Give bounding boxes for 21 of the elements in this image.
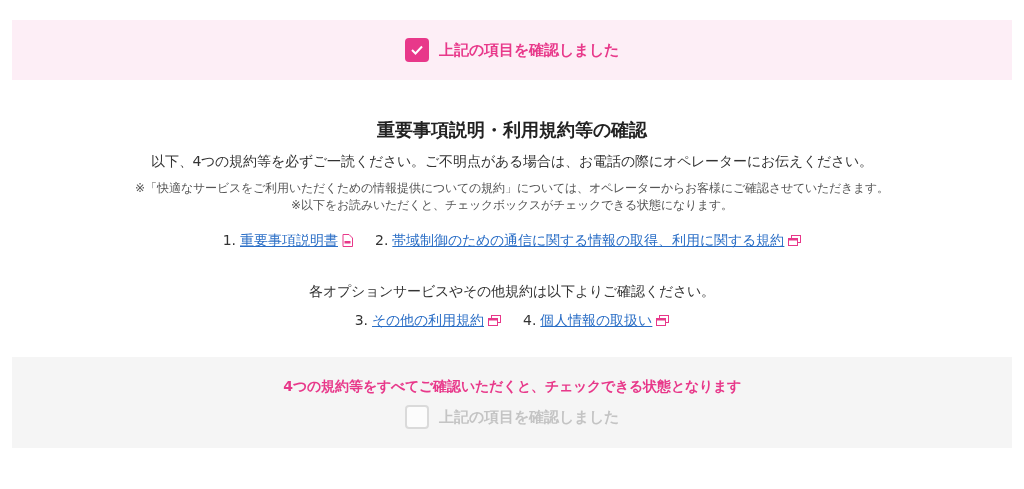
- section-title: 重要事項説明・利用規約等の確認: [377, 118, 647, 142]
- list-number: 4.: [523, 311, 537, 330]
- instruction-text: 以下、4つの規約等を必ずご一読ください。ご不明点がある場合は、お電話の際にオペレーターにお伝えください。: [150, 152, 874, 171]
- document-link[interactable]: 帯域制御のための通信に関する情報の取得、利用に関する規約: [392, 230, 785, 251]
- new-window-icon: [488, 315, 501, 326]
- new-window-icon: [656, 315, 670, 326]
- list-number: 2.: [375, 231, 389, 250]
- checkbox-label: 上記の項目を確認しました: [439, 39, 619, 61]
- instruction-text: 各オプションサービスやその他規約は以下よりご確認ください。: [309, 282, 715, 301]
- document-link[interactable]: 個人情報の取扱い: [540, 310, 653, 331]
- list-number: 3.: [354, 311, 368, 330]
- document-link[interactable]: その他の利用規約: [372, 310, 484, 331]
- checkbox[interactable]: [405, 38, 429, 62]
- notice-text: 4つの規約等をすべてご確認いただくと、チェックできる状態となります: [283, 377, 741, 396]
- pdf-file-icon: [342, 234, 353, 247]
- note-text: ※「快適なサービスをご利用いただくための情報提供についての規約」については、オペレーターからお客様にご確認させていただきます。: [134, 180, 890, 197]
- list-number: 1.: [222, 231, 236, 250]
- check-icon: [410, 44, 424, 56]
- note-text: ※以下をお読みいただくと、チェックボックスがチェックできる状態になります。: [290, 197, 734, 214]
- document-link[interactable]: 重要事項説明書: [240, 230, 338, 251]
- new-window-icon: [788, 235, 802, 246]
